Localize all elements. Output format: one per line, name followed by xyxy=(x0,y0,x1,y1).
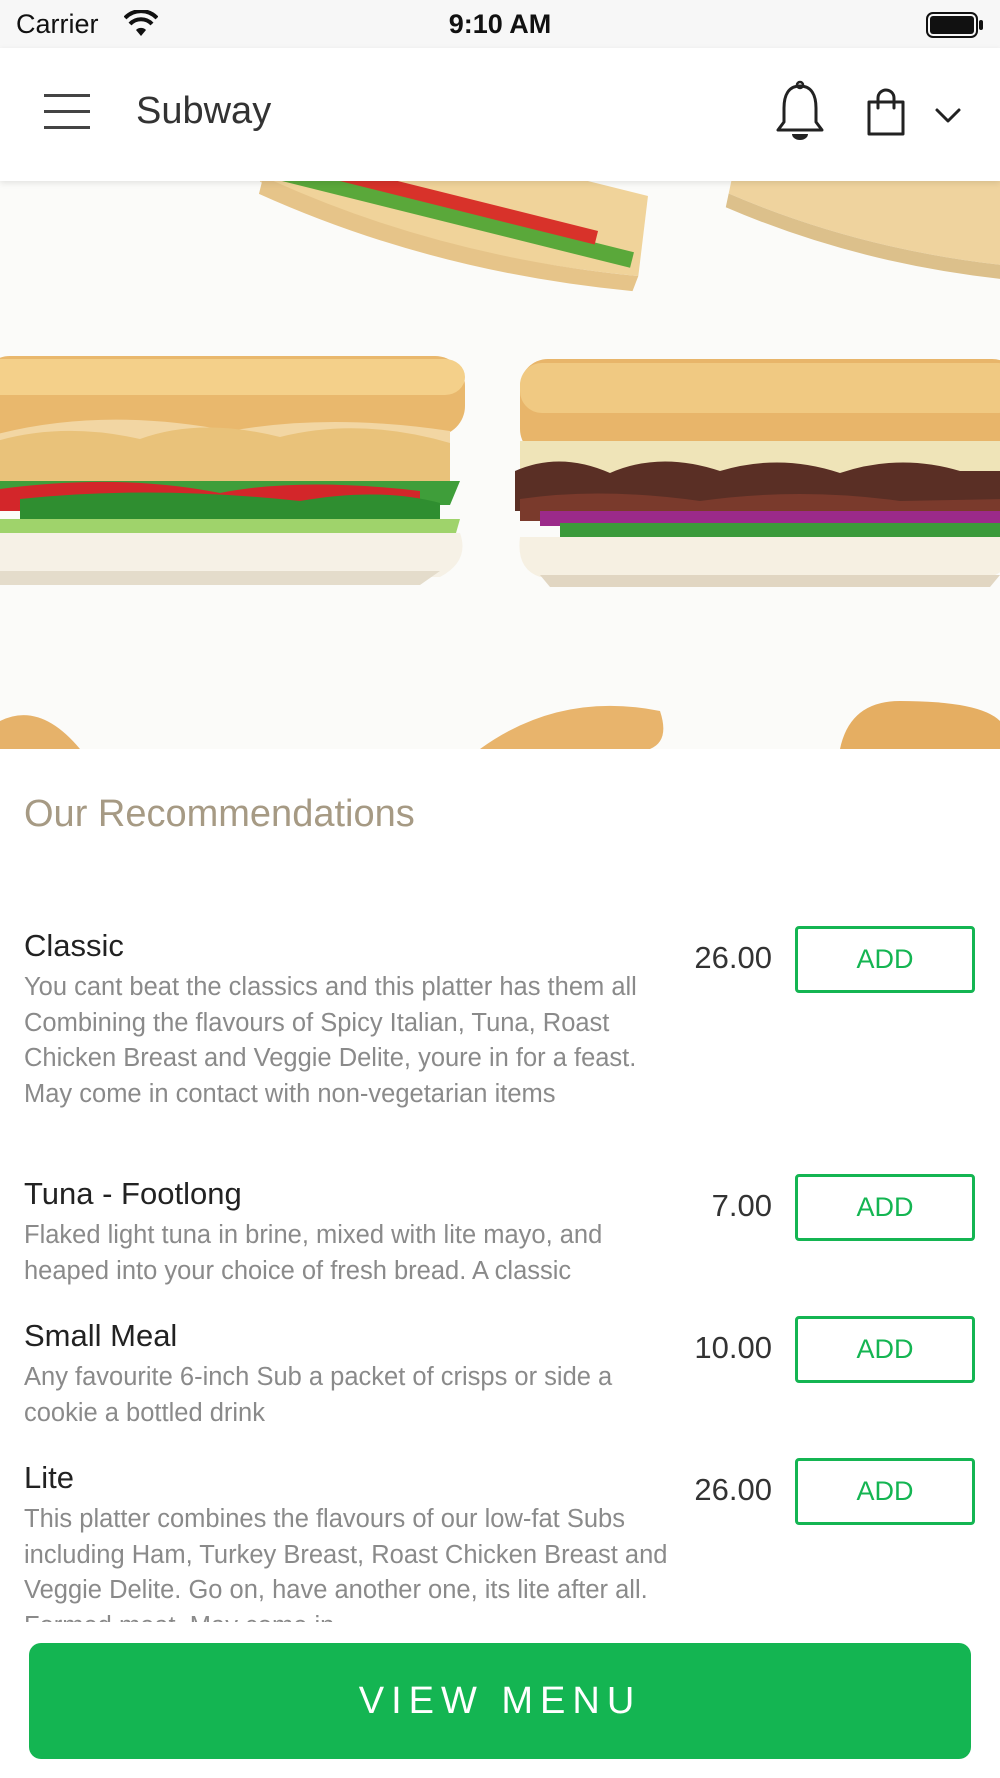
shopping-bag-icon[interactable] xyxy=(866,88,906,136)
app-title: Subway xyxy=(136,90,272,132)
item-price: 26.00 xyxy=(694,1472,772,1507)
add-button[interactable]: ADD xyxy=(795,1174,975,1241)
hero-banner xyxy=(0,181,1000,749)
item-description: You cant beat the classics and this plat… xyxy=(24,973,637,1108)
item-description: Flaked light tuna in brine, mixed with l… xyxy=(24,1221,603,1285)
item-name: Lite xyxy=(24,1460,74,1495)
list-item: Classic You cant beat the classics and t… xyxy=(0,920,1000,1168)
add-button[interactable]: ADD xyxy=(795,1316,975,1383)
item-price: 26.00 xyxy=(694,940,772,975)
item-description: This platter combines the flavours of ou… xyxy=(24,1505,668,1622)
list-item: Tuna - Footlong Flaked light tuna in bri… xyxy=(0,1168,1000,1310)
add-button[interactable]: ADD xyxy=(795,1458,975,1525)
recommendations-list: Classic You cant beat the classics and t… xyxy=(0,920,1000,1622)
item-name: Tuna - Footlong xyxy=(24,1176,242,1211)
recommendations-title: Our Recommendations xyxy=(24,793,415,835)
list-item: Small Meal Any favourite 6-inch Sub a pa… xyxy=(0,1310,1000,1452)
item-name: Classic xyxy=(24,928,124,963)
status-time: 9:10 AM xyxy=(448,9,552,39)
battery-icon xyxy=(926,12,983,38)
app-header: Subway xyxy=(0,48,1000,181)
item-price: 10.00 xyxy=(694,1330,772,1365)
bell-icon[interactable] xyxy=(774,80,826,144)
hamburger-menu-icon[interactable] xyxy=(44,94,92,134)
sandwiches-image xyxy=(0,181,1000,749)
item-name: Small Meal xyxy=(24,1318,178,1353)
add-button[interactable]: ADD xyxy=(795,926,975,993)
chevron-down-icon[interactable] xyxy=(934,106,962,126)
status-bar: Carrier 9:10 AM xyxy=(0,0,1000,48)
view-menu-button[interactable]: VIEW MENU xyxy=(29,1643,971,1759)
item-price: 7.00 xyxy=(711,1188,772,1223)
item-description: Any favourite 6-inch Sub a packet of cri… xyxy=(24,1363,613,1427)
list-item: Lite This platter combines the flavours … xyxy=(0,1452,1000,1622)
